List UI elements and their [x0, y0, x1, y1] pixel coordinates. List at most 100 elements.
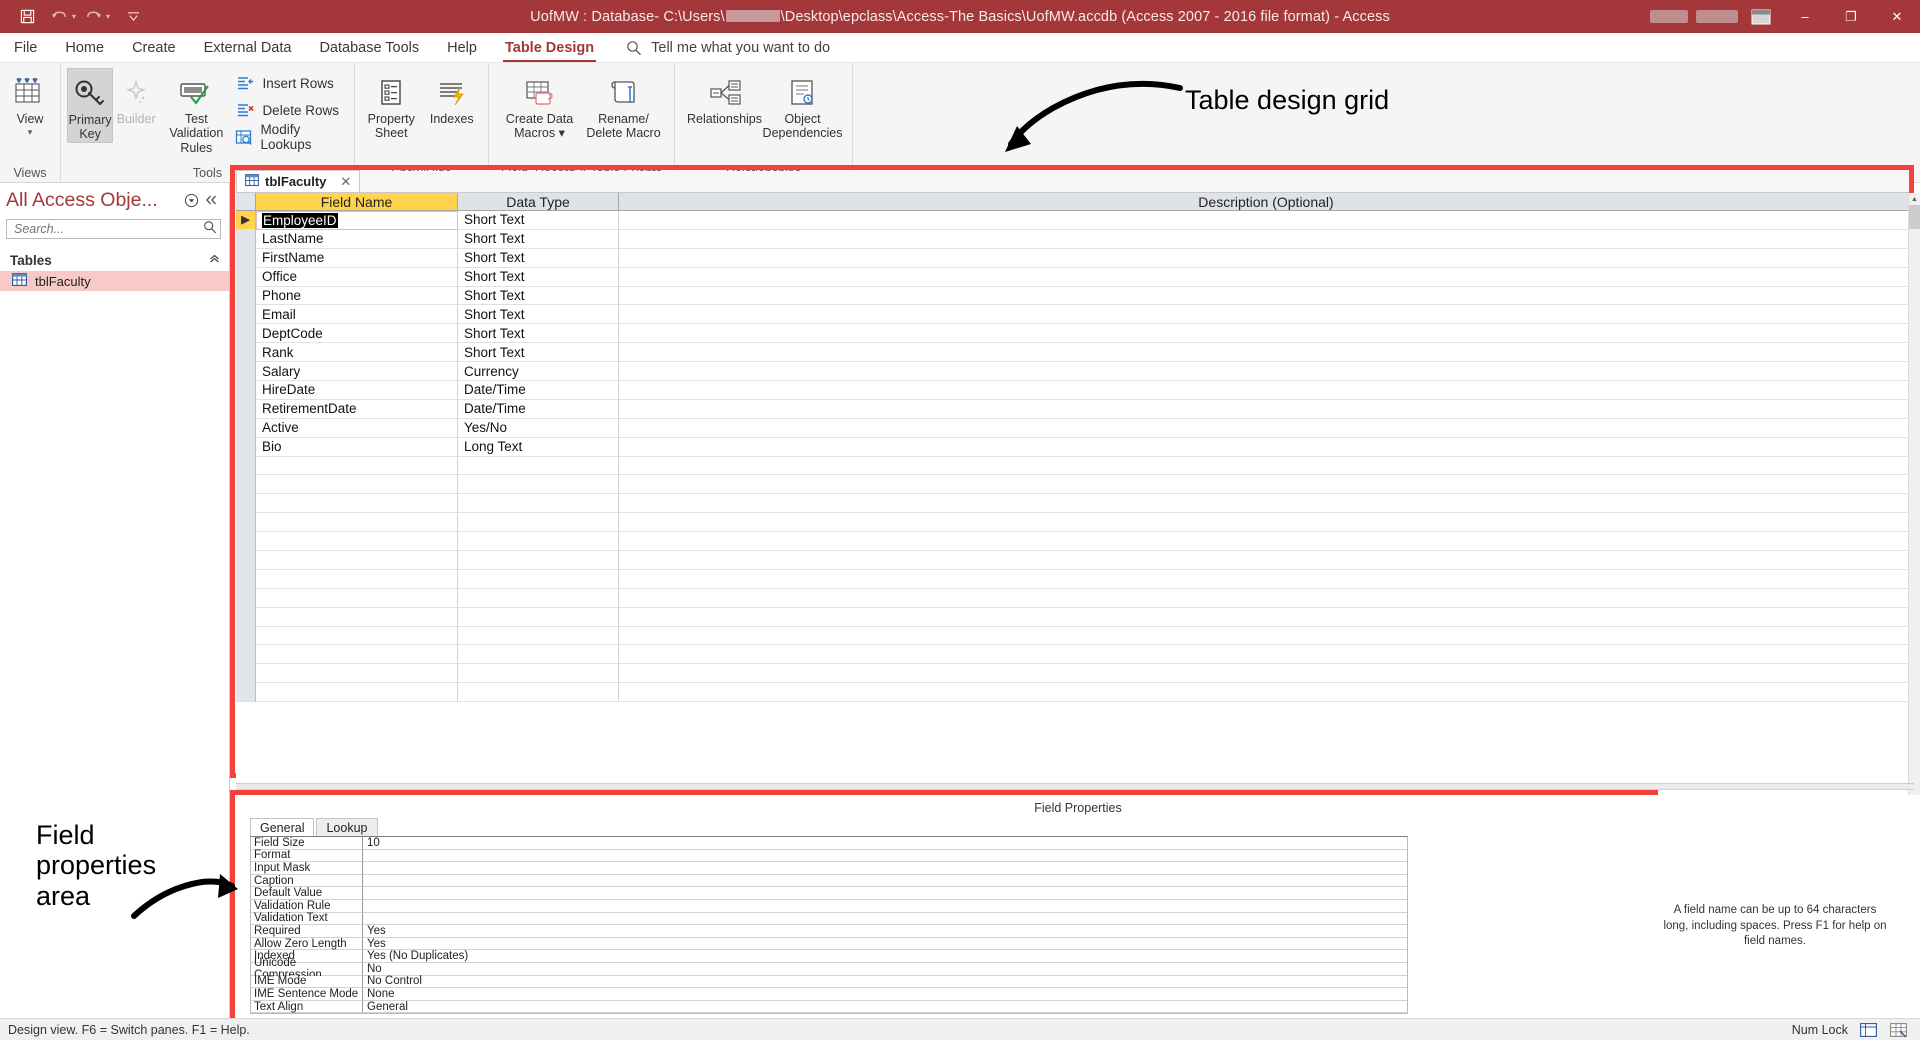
- cell-description[interactable]: [619, 664, 1914, 684]
- field-property-row[interactable]: IME Sentence Mode None: [251, 988, 1407, 1001]
- row-selector[interactable]: [236, 626, 256, 646]
- tab-database-tools[interactable]: Database Tools: [305, 33, 433, 62]
- tell-me-search[interactable]: Tell me what you want to do: [608, 33, 830, 62]
- scroll-up-arrow[interactable]: ▲: [1909, 193, 1920, 205]
- field-property-value[interactable]: [363, 849, 1407, 863]
- cell-field-name[interactable]: [256, 532, 458, 552]
- row-selector[interactable]: [236, 248, 256, 268]
- field-property-value[interactable]: [363, 862, 1407, 875]
- cell-data-type[interactable]: [458, 551, 619, 570]
- row-selector[interactable]: [236, 607, 256, 627]
- cell-field-name[interactable]: FirstName: [256, 248, 458, 268]
- redo-dropdown-icon[interactable]: ▾: [106, 12, 110, 21]
- field-property-value[interactable]: General: [363, 1001, 1407, 1014]
- object-dependencies-button[interactable]: Object Dependencies: [763, 68, 842, 141]
- row-selector[interactable]: [236, 418, 256, 438]
- cell-field-name[interactable]: Active: [256, 418, 458, 438]
- cell-field-name[interactable]: EmployeeID: [256, 211, 458, 230]
- cell-data-type[interactable]: Short Text: [458, 324, 619, 344]
- cell-field-name[interactable]: [256, 494, 458, 514]
- cell-field-name[interactable]: [256, 551, 458, 570]
- row-selector[interactable]: [236, 381, 256, 400]
- cell-description[interactable]: [619, 683, 1914, 703]
- field-property-value[interactable]: 10: [363, 837, 1407, 850]
- customize-quick-access-icon[interactable]: [118, 4, 148, 30]
- chevron-up-icon[interactable]: [208, 253, 221, 267]
- cell-field-name[interactable]: DeptCode: [256, 324, 458, 344]
- view-button[interactable]: View ▾: [6, 68, 54, 138]
- redo-icon[interactable]: [78, 4, 108, 30]
- row-selector[interactable]: [236, 683, 256, 703]
- double-chevron-left-icon[interactable]: [201, 193, 221, 207]
- grid-row-empty[interactable]: [236, 513, 1914, 533]
- grid-row[interactable]: Email Short Text: [236, 305, 1914, 325]
- cell-description[interactable]: [619, 551, 1914, 570]
- cell-data-type[interactable]: [458, 494, 619, 514]
- cell-data-type[interactable]: [458, 607, 619, 627]
- cell-data-type[interactable]: Currency: [458, 362, 619, 382]
- tab-home[interactable]: Home: [51, 33, 118, 62]
- cell-description[interactable]: [619, 627, 1914, 646]
- cell-description[interactable]: [619, 457, 1914, 476]
- grid-row[interactable]: RetirementDate Date/Time: [236, 399, 1914, 419]
- column-header-data-type[interactable]: Data Type: [458, 193, 619, 211]
- grid-row-empty[interactable]: [236, 626, 1914, 646]
- grid-row-empty[interactable]: [236, 664, 1914, 684]
- cell-field-name[interactable]: [256, 456, 458, 476]
- field-property-row[interactable]: Allow Zero Length Yes: [251, 938, 1407, 951]
- tab-general[interactable]: General: [250, 818, 315, 836]
- cell-data-type[interactable]: [458, 588, 619, 608]
- row-selector[interactable]: [236, 343, 256, 363]
- cell-data-type[interactable]: [458, 683, 619, 703]
- field-property-row[interactable]: Default Value: [251, 887, 1407, 900]
- grid-row[interactable]: Salary Currency: [236, 362, 1914, 382]
- field-property-value[interactable]: No: [363, 963, 1407, 976]
- cell-data-type[interactable]: Short Text: [458, 343, 619, 363]
- grid-row[interactable]: Office Short Text: [236, 267, 1914, 287]
- field-property-row[interactable]: Field Size 10: [251, 837, 1407, 850]
- cell-description[interactable]: [619, 513, 1914, 533]
- cell-data-type[interactable]: Short Text: [458, 286, 619, 306]
- row-selector[interactable]: [236, 399, 256, 419]
- cell-description[interactable]: [619, 324, 1914, 344]
- cell-data-type[interactable]: Short Text: [458, 305, 619, 325]
- row-selector[interactable]: [236, 456, 256, 476]
- undo-icon[interactable]: [44, 4, 74, 30]
- cell-description[interactable]: [619, 532, 1914, 552]
- cell-field-name[interactable]: LastName: [256, 229, 458, 249]
- ribbon-display-options-icon[interactable]: [1748, 6, 1774, 28]
- grid-row[interactable]: Phone Short Text: [236, 286, 1914, 306]
- field-property-row[interactable]: Caption: [251, 875, 1407, 888]
- cell-data-type[interactable]: [458, 475, 619, 495]
- row-selector[interactable]: [236, 229, 256, 249]
- field-property-row[interactable]: Validation Rule: [251, 900, 1407, 913]
- row-selector[interactable]: [236, 286, 256, 306]
- view-dropdown-icon[interactable]: ▾: [28, 127, 33, 137]
- row-selector[interactable]: [236, 324, 256, 344]
- cell-field-name[interactable]: [256, 683, 458, 703]
- cell-field-name[interactable]: [256, 588, 458, 608]
- cell-data-type[interactable]: Short Text: [458, 211, 619, 230]
- grid-row-empty[interactable]: [236, 475, 1914, 495]
- cell-description[interactable]: [619, 362, 1914, 382]
- field-property-value[interactable]: None: [363, 988, 1407, 1001]
- cell-field-name[interactable]: [256, 475, 458, 495]
- field-property-row[interactable]: Input Mask: [251, 862, 1407, 875]
- field-property-value[interactable]: No Control: [363, 975, 1407, 989]
- grid-row-empty[interactable]: [236, 456, 1914, 476]
- modify-lookups-button[interactable]: Modify Lookups: [233, 122, 348, 152]
- field-property-row[interactable]: IME Mode No Control: [251, 975, 1407, 989]
- cell-description[interactable]: [619, 381, 1914, 400]
- scrollbar-thumb[interactable]: [1909, 205, 1920, 229]
- property-sheet-button[interactable]: Property Sheet: [361, 68, 422, 141]
- datasheet-view-icon[interactable]: [1888, 1022, 1908, 1038]
- cell-data-type[interactable]: [458, 569, 619, 589]
- grid-row[interactable]: HireDate Date/Time: [236, 381, 1914, 400]
- search-input[interactable]: [12, 221, 203, 237]
- cell-field-name[interactable]: Bio: [256, 437, 458, 457]
- grid-row-empty[interactable]: [236, 569, 1914, 589]
- close-button[interactable]: ✕: [1874, 0, 1920, 33]
- grid-row[interactable]: Rank Short Text: [236, 343, 1914, 363]
- design-view-icon[interactable]: [1858, 1022, 1878, 1038]
- field-property-value[interactable]: [363, 887, 1407, 900]
